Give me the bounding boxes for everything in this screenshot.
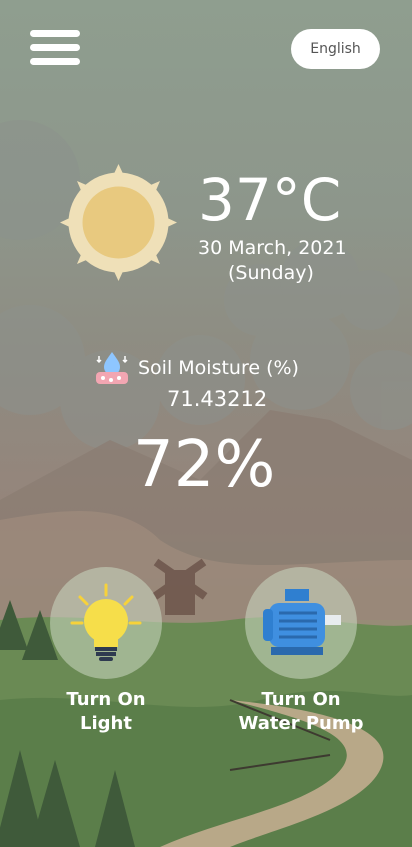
soil-moisture-label: Soil Moisture (%) (138, 357, 299, 379)
pump-label-line1: Turn On (261, 689, 341, 710)
menu-icon-bar (30, 58, 80, 65)
soil-moisture-raw-value: 71.43212 (167, 387, 268, 411)
language-button[interactable]: English (291, 29, 380, 69)
sun-icon (60, 164, 177, 281)
pump-button-label: Turn On Water Pump (228, 688, 374, 736)
menu-icon (30, 30, 80, 37)
soil-moisture-percent: 72% (133, 428, 276, 502)
turn-on-water-pump-button[interactable] (245, 567, 357, 679)
menu-icon-bar (30, 44, 80, 51)
turn-on-light-button[interactable] (50, 567, 162, 679)
soil-moisture-icon (96, 352, 128, 384)
water-pump-icon (263, 589, 341, 655)
menu-button[interactable] (28, 28, 82, 68)
light-label-line1: Turn On (66, 689, 146, 710)
date-text: 30 March, 2021 (198, 237, 347, 259)
light-button-label: Turn On Light (40, 688, 172, 736)
light-bulb-icon (70, 583, 142, 661)
day-text: (Sunday) (228, 262, 314, 284)
temperature-value: 37°C (198, 166, 342, 234)
light-label-line2: Light (80, 713, 132, 734)
pump-label-line2: Water Pump (238, 713, 364, 734)
